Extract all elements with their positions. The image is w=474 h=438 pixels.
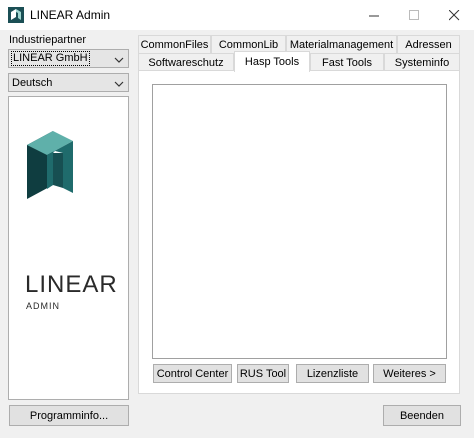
title-bar: LINEAR Admin <box>0 0 474 30</box>
tab-panel-hasp-tools: Control Center RUS Tool Lizenzliste Weit… <box>138 70 460 394</box>
partner-value: LINEAR GmbH <box>11 51 90 66</box>
partner-dropdown[interactable]: LINEAR GmbH <box>8 49 129 68</box>
minimize-icon <box>368 15 379 16</box>
exit-button[interactable]: Beenden <box>383 405 461 426</box>
tab-softwareschutz[interactable]: Softwareschutz <box>138 53 234 71</box>
programinfo-button[interactable]: Programminfo... <box>9 405 129 426</box>
lizenzliste-button[interactable]: Lizenzliste <box>296 364 369 383</box>
maximize-icon <box>408 9 419 20</box>
language-dropdown[interactable]: Deutsch <box>8 73 129 92</box>
close-button[interactable] <box>434 0 474 30</box>
language-value: Deutsch <box>12 76 53 89</box>
weiteres-button[interactable]: Weiteres > <box>373 364 446 383</box>
rus-tool-button[interactable]: RUS Tool <box>237 364 289 383</box>
window-title: LINEAR Admin <box>30 8 111 22</box>
hasp-content-area <box>152 84 447 359</box>
chevron-down-icon <box>114 81 124 87</box>
control-center-button[interactable]: Control Center <box>153 364 232 383</box>
partner-label: Industriepartner <box>9 34 87 46</box>
close-icon <box>448 9 459 20</box>
maximize-button <box>394 0 434 30</box>
logo-subword: ADMIN <box>26 301 60 311</box>
tab-fast-tools[interactable]: Fast Tools <box>310 53 384 71</box>
chevron-down-icon <box>114 57 124 63</box>
tab-hasp-tools[interactable]: Hasp Tools <box>234 51 310 72</box>
tab-commonfiles[interactable]: CommonFiles <box>138 35 211 53</box>
logo-wordmark: LINEAR <box>25 271 118 298</box>
minimize-button[interactable] <box>354 0 394 30</box>
linear-app-icon <box>8 7 24 23</box>
tab-adressen[interactable]: Adressen <box>397 35 460 53</box>
logo-panel: LINEAR ADMIN <box>8 96 129 400</box>
linear-logo-icon <box>27 131 73 199</box>
tab-systeminfo[interactable]: Systeminfo <box>384 53 460 71</box>
